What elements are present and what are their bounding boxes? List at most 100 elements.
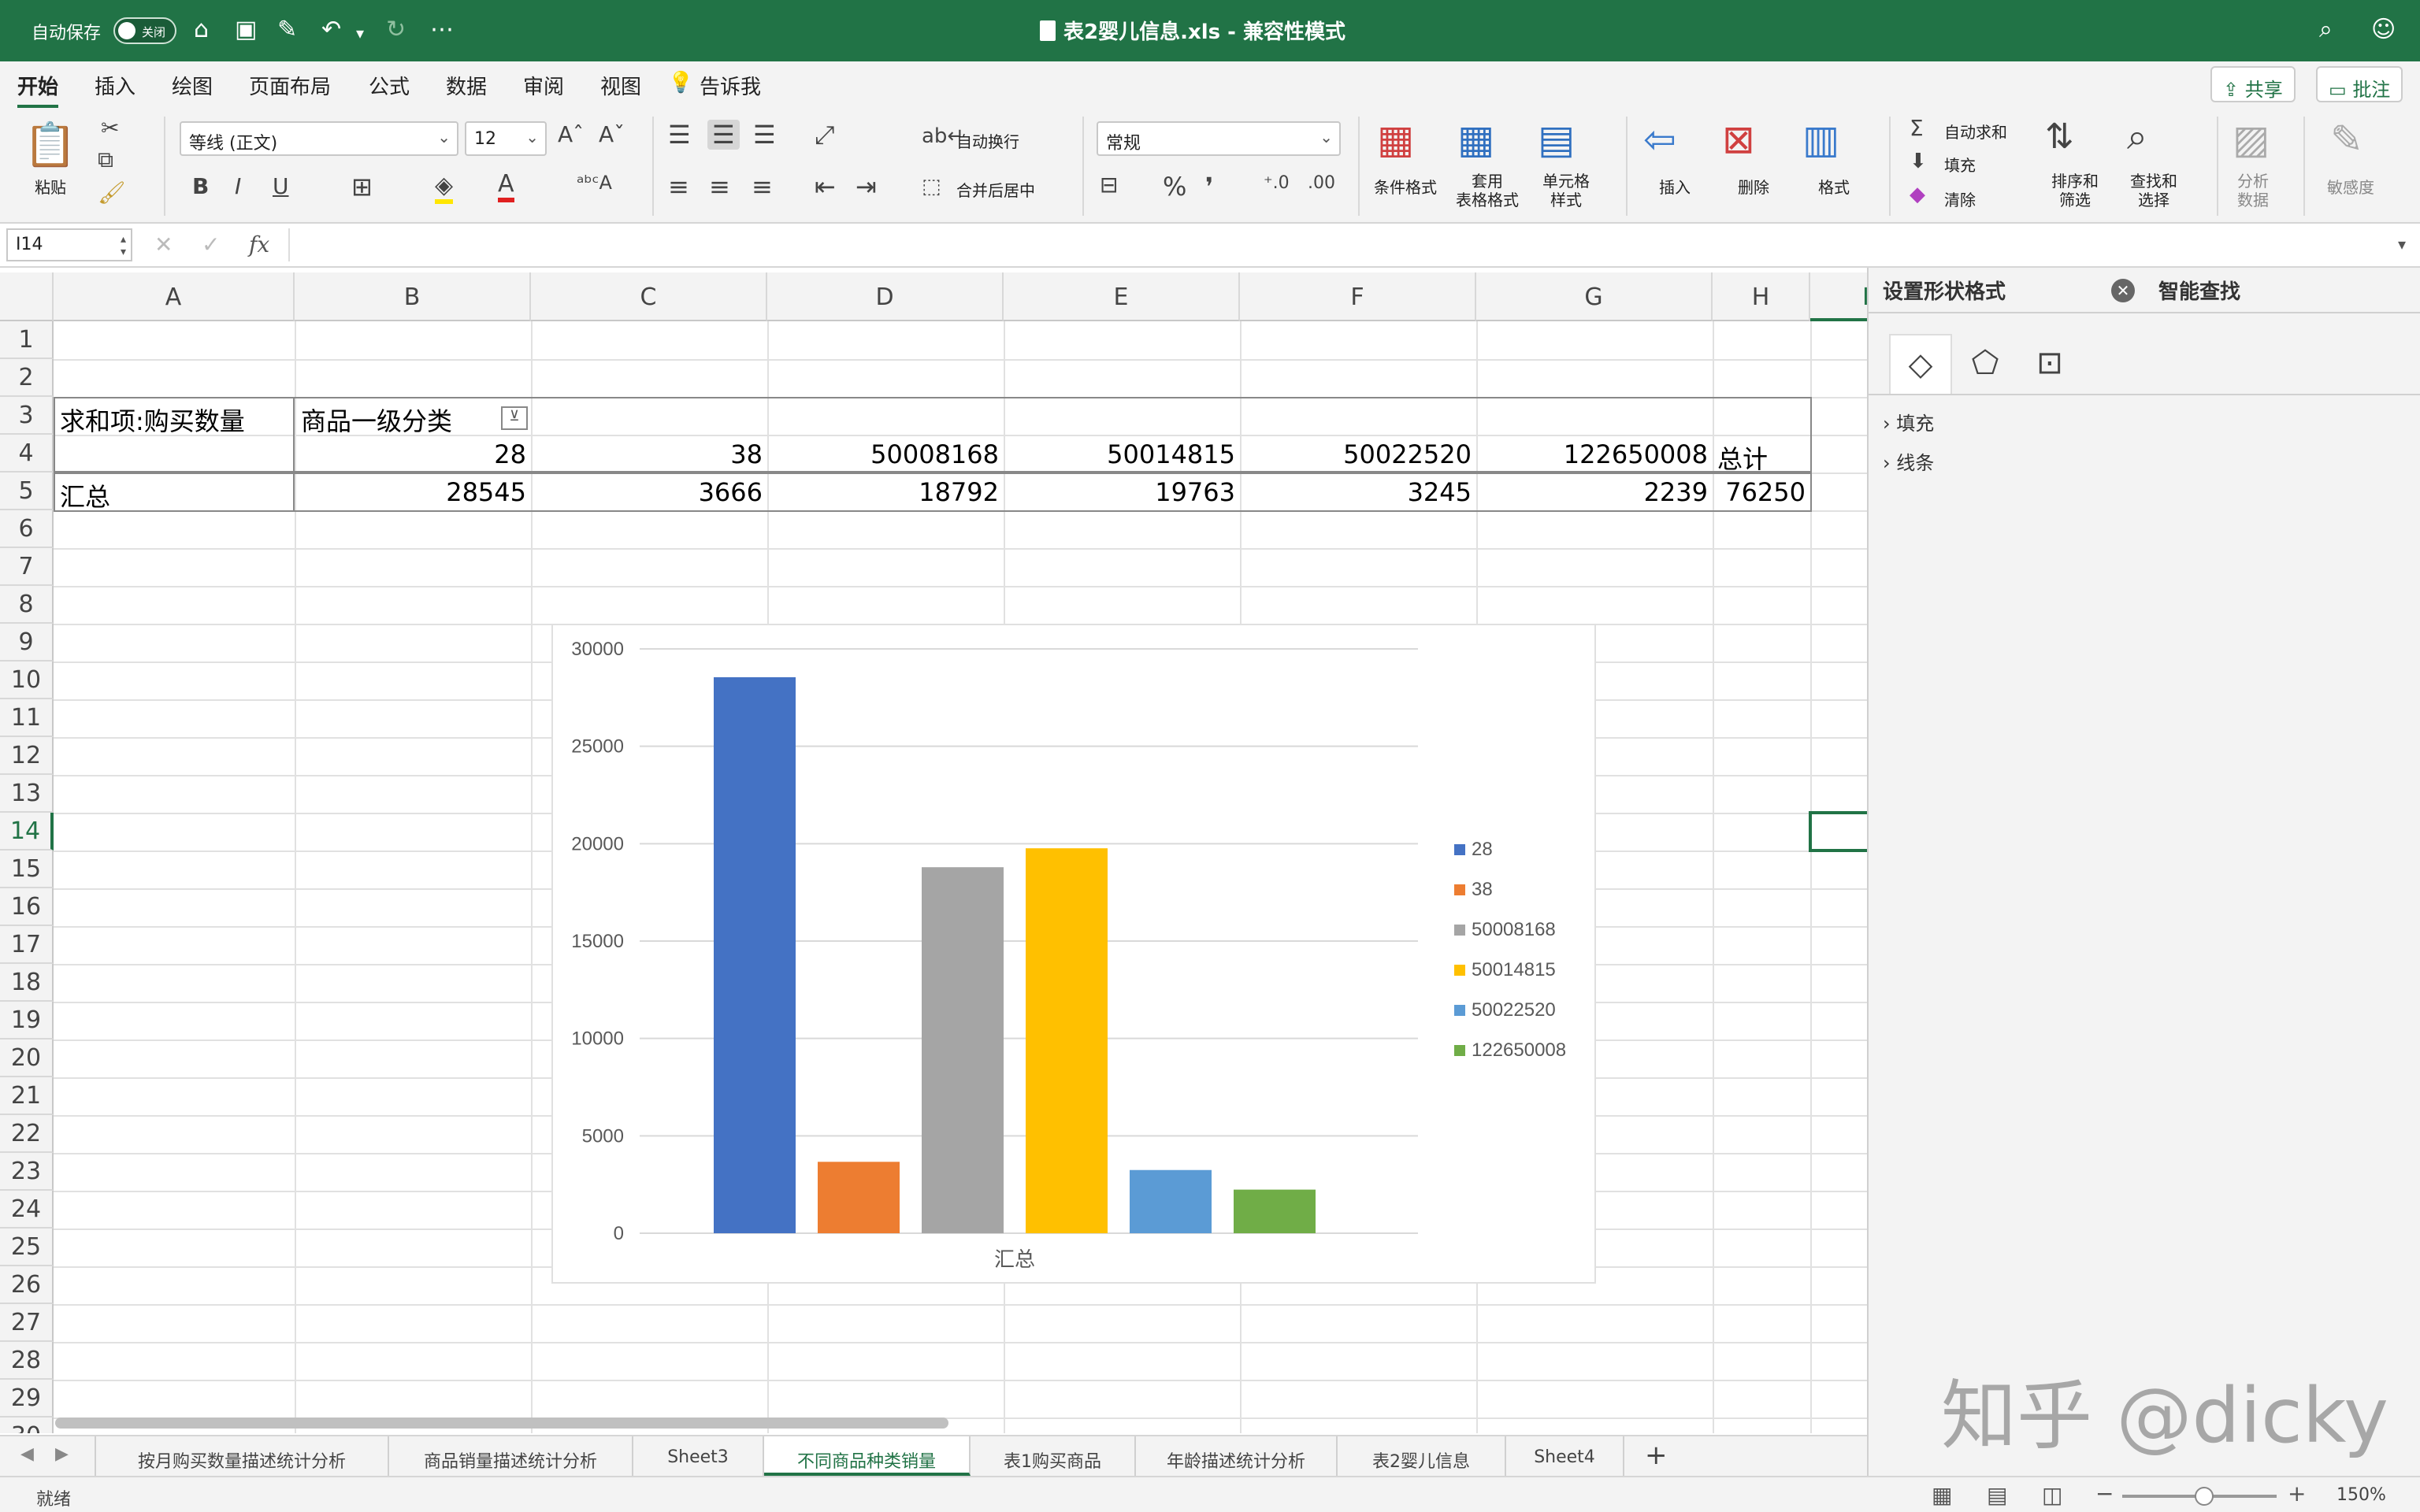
number-format-select[interactable]: 常规 ⌄ (1097, 121, 1341, 156)
bar-chart[interactable]: 0 5000 10000 15000 20000 25000 30000 汇总 28 38 5000… (551, 624, 1596, 1284)
italic-icon[interactable]: I (235, 173, 241, 199)
analyze-data-icon[interactable]: ▨ (2233, 117, 2270, 162)
row-header[interactable]: 29 (0, 1380, 54, 1418)
row-header[interactable]: 24 (0, 1191, 54, 1228)
selected-cell[interactable] (1809, 811, 1867, 852)
comments-button[interactable]: ▭ 批注 (2316, 66, 2403, 102)
sensitivity-button[interactable]: 敏感度 (2327, 175, 2374, 198)
zoom-slider-handle[interactable] (2195, 1487, 2214, 1506)
name-box[interactable]: I14 ▴ ▾ (6, 228, 132, 261)
pivot-row-label[interactable]: 汇总 (60, 477, 110, 513)
chevron-down-icon[interactable]: ▾ (2398, 235, 2406, 254)
phonetic-icon[interactable]: ᵃᵇᶜA (577, 172, 612, 194)
row-header[interactable]: 3 (0, 397, 54, 435)
align-top-icon[interactable]: ☰ (668, 120, 691, 150)
undo-dropdown-icon[interactable]: ▾ (356, 24, 364, 43)
row-header[interactable]: 23 (0, 1153, 54, 1191)
row-header[interactable]: 21 (0, 1077, 54, 1115)
sheet-tab[interactable]: Sheet4 (1506, 1436, 1624, 1476)
comma-style-icon[interactable]: ❜ (1205, 172, 1213, 202)
copy-icon[interactable]: ⧉ (98, 146, 113, 173)
select-all-corner[interactable] (0, 272, 54, 321)
pivot-value-cell[interactable]: 19763 (1004, 477, 1235, 507)
row-header[interactable]: 27 (0, 1304, 54, 1342)
tab-draw[interactable]: 绘图 (172, 71, 213, 100)
sheet-tab[interactable]: 年龄描述统计分析 (1136, 1436, 1338, 1476)
column-header[interactable]: I (1810, 272, 1867, 321)
pivot-header-cell[interactable]: 50014815 (1004, 439, 1235, 469)
align-right-icon[interactable]: ≡ (752, 172, 773, 202)
sheet-tab[interactable]: Sheet3 (633, 1436, 764, 1476)
fx-icon[interactable]: fx (249, 232, 269, 258)
row-header[interactable]: 7 (0, 548, 54, 586)
autosum-button[interactable]: 自动求和 (1944, 120, 2007, 143)
pivot-header-cell[interactable]: 122650008 (1476, 439, 1708, 469)
horizontal-scrollbar[interactable] (55, 1418, 948, 1429)
pivot-value-cell[interactable]: 28545 (295, 477, 526, 507)
save-icon[interactable]: ▣ (235, 16, 257, 43)
confirm-icon[interactable]: ✓ (202, 232, 220, 258)
clear-button[interactable]: 清除 (1944, 187, 1976, 210)
accounting-format-icon[interactable]: ⊟ (1100, 172, 1118, 198)
pivot-value-cell[interactable]: 3666 (531, 477, 763, 507)
merge-center-icon[interactable]: ⬚ (922, 175, 941, 198)
insert-cells-button[interactable]: 插入 (1659, 175, 1691, 198)
pivot-value-cell[interactable]: 3245 (1240, 477, 1472, 507)
filter-dropdown-icon[interactable]: ⊻ (501, 406, 528, 430)
fill-section[interactable]: › 填充 (1883, 408, 1934, 435)
row-header[interactable]: 26 (0, 1266, 54, 1304)
row-header[interactable]: 4 (0, 435, 54, 472)
line-section[interactable]: › 线条 (1883, 447, 1934, 475)
pivot-header-cell[interactable]: 50008168 (767, 439, 999, 469)
fill-color-icon[interactable]: ◈ (435, 172, 454, 204)
delete-cells-icon[interactable]: ⊠ (1722, 117, 1755, 162)
next-sheet-icon[interactable]: ▶ (55, 1444, 69, 1464)
find-icon[interactable]: ⌕ (2127, 115, 2147, 159)
table-format-button[interactable]: 套用 表格格式 (1456, 172, 1519, 209)
home-icon[interactable]: ⌂ (194, 16, 209, 43)
cut-icon[interactable]: ✂ (101, 115, 119, 141)
tab-view[interactable]: 视图 (600, 71, 641, 100)
font-name-select[interactable]: 等线 (正文) ⌄ (180, 121, 458, 156)
delete-cells-button[interactable]: 删除 (1738, 175, 1769, 198)
pivot-header-cell[interactable]: 38 (531, 439, 763, 469)
cancel-icon[interactable]: ✕ (154, 232, 173, 258)
font-size-select[interactable]: 12 ⌄ (465, 121, 547, 156)
undo-icon[interactable]: ↶ (321, 16, 341, 43)
sort-filter-icon[interactable]: ⇅ (2045, 117, 2074, 157)
zoom-in-icon[interactable]: + (2288, 1480, 2306, 1506)
sheet-tab-active[interactable]: 不同商品种类销量 (764, 1436, 971, 1476)
row-header[interactable]: 10 (0, 662, 54, 699)
insert-cells-icon[interactable]: ⇦ (1643, 117, 1676, 162)
fill-line-icon[interactable]: ◇ (1889, 334, 1952, 394)
underline-icon[interactable]: U (273, 173, 289, 199)
share-button[interactable]: ⇪ 共享 (2210, 66, 2296, 102)
pivot-grand-total-cell[interactable]: 76250 (1713, 477, 1806, 507)
column-header[interactable]: H (1713, 272, 1810, 321)
sheet-tab[interactable]: 表1购买商品 (971, 1436, 1136, 1476)
autosum-icon[interactable]: Σ (1910, 115, 1924, 141)
pivot-grand-total-header[interactable]: 总计 (1717, 439, 1768, 476)
more-icon[interactable]: ⋯ (430, 16, 454, 43)
row-header[interactable]: 25 (0, 1228, 54, 1266)
add-sheet-button[interactable]: + (1645, 1440, 1668, 1471)
decrease-decimal-icon[interactable]: .00 (1308, 173, 1335, 193)
wrap-text-button[interactable]: 自动换行 (956, 129, 1019, 152)
save-as-icon[interactable]: ✎ (277, 16, 297, 43)
row-header[interactable]: 14 (0, 813, 54, 850)
fill-button[interactable]: 填充 (1944, 153, 1976, 176)
tab-page-layout[interactable]: 页面布局 (249, 71, 331, 100)
tell-me-search[interactable]: 告诉我 (700, 71, 761, 100)
sensitivity-icon[interactable]: ✎ (2330, 117, 2363, 162)
paste-icon[interactable]: 📋 (24, 120, 76, 170)
font-color-icon[interactable]: A (498, 170, 514, 202)
decrease-indent-icon[interactable]: ⇤ (815, 172, 836, 202)
tab-home[interactable]: 开始 (17, 71, 59, 108)
effects-icon[interactable]: ⬠ (1954, 334, 2017, 394)
pivot-value-cell[interactable]: 2239 (1476, 477, 1708, 507)
row-header[interactable]: 28 (0, 1342, 54, 1380)
normal-view-icon[interactable]: ▦ (1932, 1482, 1952, 1508)
format-cells-icon[interactable]: ▥ (1802, 117, 1839, 162)
pivot-header-cell[interactable]: 28 (295, 439, 526, 469)
pivot-header-cell[interactable]: 50022520 (1240, 439, 1472, 469)
